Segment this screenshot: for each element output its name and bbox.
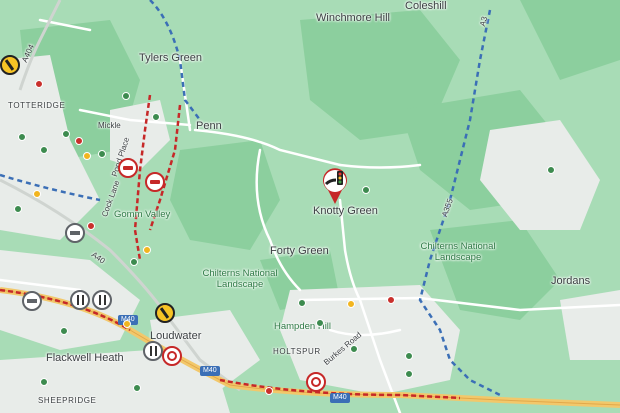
lane-restriction-icon[interactable]: [92, 290, 112, 310]
poi-dot[interactable]: [298, 299, 306, 307]
poi-dot[interactable]: [75, 137, 83, 145]
poi-dot[interactable]: [123, 320, 131, 328]
poi-dot[interactable]: [152, 113, 160, 121]
traffic-light-pin[interactable]: [320, 166, 350, 204]
poi-dot[interactable]: [347, 300, 355, 308]
poi-dot[interactable]: [133, 384, 141, 392]
poi-dot[interactable]: [387, 296, 395, 304]
poi-dot[interactable]: [83, 152, 91, 160]
place-label-chilterns-east: Chilterns National Landscape: [420, 241, 496, 263]
poi-dot[interactable]: [122, 92, 130, 100]
place-label-loudwater: Loudwater: [150, 330, 202, 342]
place-label-chilterns-west: Chilterns National Landscape: [202, 268, 278, 290]
poi-dot[interactable]: [35, 80, 43, 88]
road-closure-icon[interactable]: [162, 346, 182, 366]
poi-dot[interactable]: [40, 146, 48, 154]
poi-dot[interactable]: [62, 130, 70, 138]
place-label-coleshill: Coleshill: [405, 0, 447, 12]
poi-dot[interactable]: [350, 345, 358, 353]
place-label-winchmore-hill: Winchmore Hill: [316, 12, 390, 24]
place-label-forty-green: Forty Green: [270, 245, 329, 257]
roadworks-icon[interactable]: [155, 303, 175, 323]
map-canvas[interactable]: Winchmore Hill Coleshill Tylers Green TO…: [0, 0, 620, 413]
road-closure-icon[interactable]: [306, 372, 326, 392]
place-label-gomm-valley: Gomm Valley: [114, 209, 171, 220]
poi-dot[interactable]: [265, 387, 273, 395]
poi-dot[interactable]: [130, 258, 138, 266]
roadworks-icon[interactable]: [0, 55, 20, 75]
poi-dot[interactable]: [60, 327, 68, 335]
poi-dot[interactable]: [40, 378, 48, 386]
place-label-flackwell-heath: Flackwell Heath: [46, 352, 124, 364]
road-shield-m40-c: M40: [330, 393, 350, 403]
poi-dot[interactable]: [405, 352, 413, 360]
place-label-holtspur: HOLTSPUR: [273, 347, 321, 356]
road-shield-m40-b: M40: [200, 366, 220, 376]
place-label-tylers-green: Tylers Green: [139, 52, 202, 64]
poi-dot[interactable]: [14, 205, 22, 213]
poi-dot[interactable]: [547, 166, 555, 174]
poi-dot[interactable]: [33, 190, 41, 198]
road-closure-icon[interactable]: [145, 172, 165, 192]
lane-closed-icon[interactable]: [65, 223, 85, 243]
poi-dot[interactable]: [143, 246, 151, 254]
place-label-sheepridge: SHEEPRIDGE: [38, 396, 97, 405]
lane-restriction-icon[interactable]: [70, 290, 90, 310]
poi-dot[interactable]: [316, 319, 324, 327]
poi-dot[interactable]: [405, 370, 413, 378]
lane-closed-icon[interactable]: [22, 291, 42, 311]
place-label-jordans: Jordans: [551, 275, 591, 287]
place-label-micklefield: Mickle: [98, 121, 121, 130]
place-label-knotty-green: Knotty Green: [313, 205, 378, 217]
poi-dot[interactable]: [18, 133, 26, 141]
poi-dot[interactable]: [87, 222, 95, 230]
lane-restriction-icon[interactable]: [143, 341, 163, 361]
road-closure-icon[interactable]: [118, 158, 138, 178]
place-label-totteridge: TOTTERIDGE: [8, 101, 66, 110]
traffic-light-icon: [323, 168, 347, 204]
poi-dot[interactable]: [98, 150, 106, 158]
poi-dot[interactable]: [362, 186, 370, 194]
place-label-penn: Penn: [196, 120, 222, 132]
